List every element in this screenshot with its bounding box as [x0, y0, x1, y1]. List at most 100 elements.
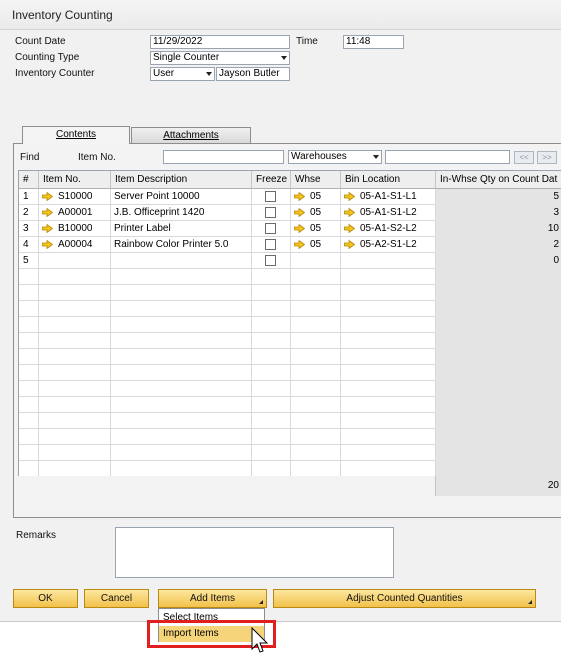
table-cell-freeze[interactable]	[252, 445, 291, 461]
freeze-checkbox[interactable]	[265, 255, 276, 266]
table-cell-freeze[interactable]	[252, 413, 291, 429]
table-cell-freeze[interactable]	[252, 189, 291, 205]
table-cell-qty[interactable]: 2	[436, 237, 561, 253]
column-header-in-whse-qty[interactable]: In-Whse Qty on Count Dat	[436, 171, 561, 189]
table-cell-bin[interactable]	[341, 381, 436, 397]
table-cell-description[interactable]	[111, 365, 252, 381]
link-arrow-icon[interactable]	[294, 223, 305, 233]
table-cell-qty[interactable]	[436, 381, 561, 397]
table-cell-whse[interactable]	[291, 317, 341, 333]
table-row[interactable]	[19, 461, 561, 476]
table-cell-whse[interactable]	[291, 365, 341, 381]
table-cell-item-no[interactable]	[39, 269, 111, 285]
table-cell-description[interactable]	[111, 285, 252, 301]
table-cell-freeze[interactable]	[252, 381, 291, 397]
table-cell-qty[interactable]	[436, 317, 561, 333]
previous-button[interactable]: <<	[514, 151, 534, 164]
table-cell-freeze[interactable]	[252, 285, 291, 301]
table-cell-item-no[interactable]: B10000	[39, 221, 111, 237]
table-cell-description[interactable]: Server Point 10000	[111, 189, 252, 205]
table-cell-qty[interactable]	[436, 461, 561, 476]
table-cell-item-no[interactable]	[39, 445, 111, 461]
table-row[interactable]: 4 A00004 Rainbow Color Printer 5.0 05 05-A2-…	[19, 237, 561, 253]
table-cell-item-no[interactable]	[39, 365, 111, 381]
table-cell-item-no[interactable]	[39, 253, 111, 269]
table-cell-whse[interactable]	[291, 429, 341, 445]
table-cell-qty[interactable]	[436, 301, 561, 317]
link-arrow-icon[interactable]	[294, 239, 305, 249]
table-cell-description[interactable]: Rainbow Color Printer 5.0	[111, 237, 252, 253]
table-cell-qty[interactable]	[436, 285, 561, 301]
table-cell-freeze[interactable]	[252, 397, 291, 413]
find-warehouse-input[interactable]	[385, 150, 510, 164]
table-cell-qty[interactable]	[436, 413, 561, 429]
column-header-item-no[interactable]: Item No.	[39, 171, 111, 189]
table-row[interactable]	[19, 397, 561, 413]
link-arrow-icon[interactable]	[42, 191, 53, 201]
table-row[interactable]	[19, 349, 561, 365]
column-header-freeze[interactable]: Freeze	[252, 171, 291, 189]
table-cell-item-no[interactable]	[39, 301, 111, 317]
freeze-checkbox[interactable]	[265, 207, 276, 218]
table-cell-description[interactable]: Printer Label	[111, 221, 252, 237]
table-cell-qty[interactable]	[436, 397, 561, 413]
counting-type-select[interactable]: Single Counter	[150, 51, 290, 65]
time-field[interactable]: 11:48	[343, 35, 404, 49]
table-cell-whse[interactable]	[291, 349, 341, 365]
link-arrow-icon[interactable]	[42, 207, 53, 217]
table-cell-qty[interactable]	[436, 269, 561, 285]
table-cell-whse[interactable]: 05	[291, 221, 341, 237]
table-cell-item-no[interactable]	[39, 381, 111, 397]
next-button[interactable]: >>	[537, 151, 557, 164]
ok-button[interactable]: OK	[13, 589, 78, 608]
table-cell-bin[interactable]	[341, 349, 436, 365]
table-cell-item-no[interactable]	[39, 349, 111, 365]
table-row[interactable]	[19, 413, 561, 429]
table-cell-description[interactable]	[111, 461, 252, 476]
link-arrow-icon[interactable]	[344, 191, 355, 201]
table-cell-item-no[interactable]	[39, 429, 111, 445]
table-cell-qty[interactable]: 0	[436, 253, 561, 269]
table-cell-qty[interactable]	[436, 349, 561, 365]
freeze-checkbox[interactable]	[265, 223, 276, 234]
table-cell-bin[interactable]	[341, 429, 436, 445]
tab-attachments[interactable]: Attachments	[131, 127, 251, 143]
table-row[interactable]: 1 S10000 Server Point 10000 05 05-A1-S1-L1 5	[19, 189, 561, 205]
table-cell-item-no[interactable]	[39, 413, 111, 429]
inventory-counter-type-select[interactable]: User	[150, 67, 215, 81]
table-cell-bin[interactable]	[341, 365, 436, 381]
table-cell-item-no[interactable]	[39, 317, 111, 333]
table-cell-qty[interactable]	[436, 365, 561, 381]
table-cell-bin[interactable]: 05-A1-S1-L2	[341, 205, 436, 221]
table-cell-whse[interactable]	[291, 301, 341, 317]
table-cell-bin[interactable]	[341, 333, 436, 349]
table-cell-freeze[interactable]	[252, 301, 291, 317]
table-cell-qty[interactable]	[436, 333, 561, 349]
table-cell-freeze[interactable]	[252, 461, 291, 476]
table-cell-freeze[interactable]	[252, 317, 291, 333]
table-row[interactable]: 50	[19, 253, 561, 269]
table-row[interactable]: 3 B10000 Printer Label 05 05-A1-S2-L2 10	[19, 221, 561, 237]
table-row[interactable]	[19, 269, 561, 285]
table-cell-item-no[interactable]: S10000	[39, 189, 111, 205]
table-cell-freeze[interactable]	[252, 333, 291, 349]
table-cell-whse[interactable]	[291, 445, 341, 461]
table-cell-whse[interactable]	[291, 397, 341, 413]
table-cell-freeze[interactable]	[252, 429, 291, 445]
table-cell-item-no[interactable]	[39, 333, 111, 349]
table-cell-description[interactable]	[111, 429, 252, 445]
table-row[interactable]	[19, 301, 561, 317]
add-items-button[interactable]: Add Items	[158, 589, 267, 608]
table-cell-whse[interactable]	[291, 285, 341, 301]
adjust-counted-quantities-button[interactable]: Adjust Counted Quantities	[273, 589, 536, 608]
count-date-field[interactable]: 11/29/2022	[150, 35, 290, 49]
warehouses-select[interactable]: Warehouses	[288, 150, 382, 164]
column-header-whse[interactable]: Whse	[291, 171, 341, 189]
table-cell-description[interactable]	[111, 269, 252, 285]
remarks-textarea[interactable]	[115, 527, 394, 578]
table-cell-whse[interactable]	[291, 333, 341, 349]
table-row[interactable]	[19, 317, 561, 333]
table-cell-description[interactable]	[111, 397, 252, 413]
table-cell-bin[interactable]	[341, 269, 436, 285]
table-cell-description[interactable]	[111, 349, 252, 365]
